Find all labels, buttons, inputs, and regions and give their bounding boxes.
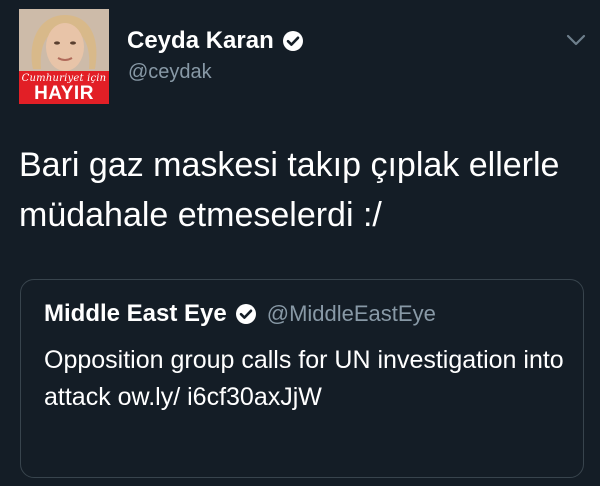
author-handle[interactable]: @ceydak	[128, 61, 212, 84]
tweet-text: Bari gaz maskesi takıp çıplak ellerle mü…	[19, 146, 560, 234]
chevron-down-icon[interactable]	[565, 33, 587, 47]
avatar-caption-big: HAYIR	[34, 83, 94, 104]
verified-badge-icon	[235, 304, 256, 324]
quoted-tweet-header: Middle East Eye @MiddleEastEye	[44, 300, 436, 328]
author-name-row[interactable]: Ceyda Karan	[127, 27, 304, 55]
avatar[interactable]: Cumhuriyet için HAYIR	[19, 9, 109, 104]
quoted-tweet-text: Opposition group calls for UN investigat…	[44, 346, 564, 411]
author-name[interactable]: Ceyda Karan	[127, 27, 274, 55]
verified-badge-icon	[282, 31, 303, 51]
quoted-author-handle: @MiddleEastEye	[266, 301, 436, 326]
tweet: Cumhuriyet için HAYIR Ceyda Karan @ceyda…	[0, 0, 600, 486]
quoted-author-name: Middle East Eye	[44, 300, 227, 327]
quoted-tweet-card[interactable]: Middle East Eye @MiddleEastEye Oppositio…	[20, 279, 584, 478]
